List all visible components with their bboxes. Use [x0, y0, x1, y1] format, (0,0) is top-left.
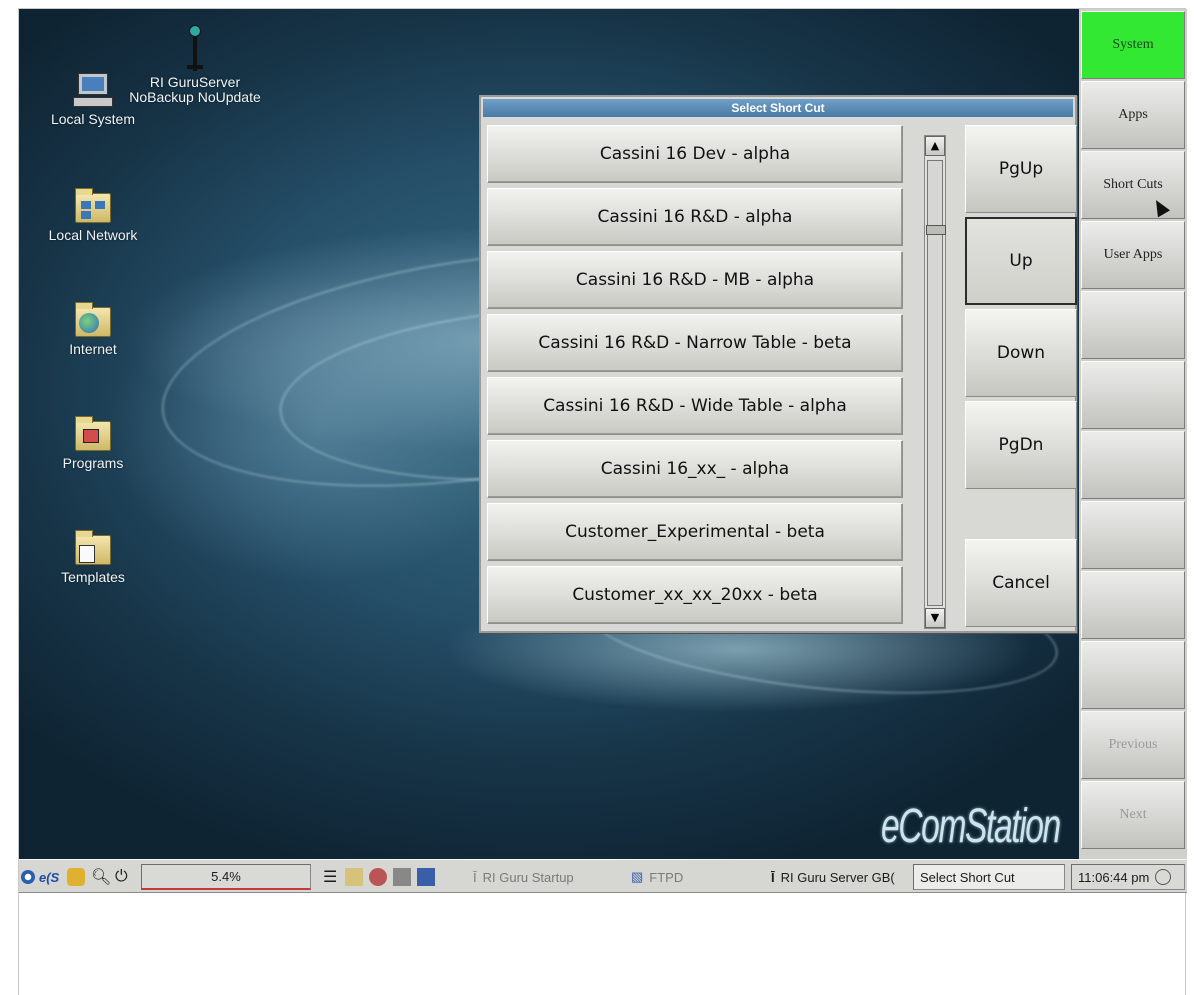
- shortcut-item[interactable]: Cassini 16 R&D - MB - alpha: [487, 251, 903, 309]
- dialog-title: Select Short Cut: [483, 99, 1073, 117]
- task-ri-guru-startup[interactable]: Ī RI Guru Startup: [473, 864, 623, 890]
- up-button[interactable]: Up: [965, 217, 1077, 305]
- task-label: Select Short Cut: [920, 869, 1015, 885]
- down-button[interactable]: Down: [965, 309, 1077, 397]
- ftpd-icon: ▧: [631, 869, 644, 884]
- internet-label: Internet: [69, 341, 117, 357]
- clock: 11:06:44 pm: [1071, 864, 1185, 890]
- task-label: FTPD: [649, 869, 684, 885]
- server-icon: [185, 25, 205, 73]
- folder-tb-icon[interactable]: [345, 864, 367, 890]
- task-ri-guru-server[interactable]: Ī RI Guru Server GB(: [771, 864, 911, 890]
- local-system-label: Local System: [50, 111, 136, 127]
- programs-label: Programs: [62, 455, 124, 471]
- shortcut-item[interactable]: Cassini 16 Dev - alpha: [487, 125, 903, 183]
- empty-panel-button[interactable]: [1081, 571, 1185, 639]
- programs-icon[interactable]: Programs: [33, 415, 153, 471]
- user-apps-button[interactable]: User Apps: [1081, 221, 1185, 289]
- empty-panel-button[interactable]: [1081, 361, 1185, 429]
- pgup-button[interactable]: PgUp: [965, 125, 1077, 213]
- task-label: RI Guru Server GB(: [780, 869, 895, 885]
- programs-folder-icon: [73, 415, 113, 453]
- task-select-short-cut[interactable]: Select Short Cut: [913, 864, 1065, 890]
- pgdn-button[interactable]: PgDn: [965, 401, 1077, 489]
- internet-icon[interactable]: Internet: [33, 301, 153, 357]
- apps-button[interactable]: Apps: [1081, 81, 1185, 149]
- shortcut-scrollbar[interactable]: ▲ ▼: [924, 135, 946, 629]
- lock-icon[interactable]: [67, 864, 89, 890]
- globe-folder-icon: [73, 301, 113, 339]
- start-button[interactable]: e(S: [21, 864, 61, 890]
- right-panel: System Apps Short Cuts User Apps Previou…: [1079, 9, 1187, 859]
- ecs-logo-icon: [21, 870, 35, 884]
- shortcut-item[interactable]: Cassini 16 R&D - Wide Table - alpha: [487, 377, 903, 435]
- tools-icon[interactable]: [369, 864, 391, 890]
- local-network-label: Local Network: [48, 227, 138, 243]
- shortcut-item[interactable]: Cassini 16 R&D - Narrow Table - beta: [487, 314, 903, 372]
- search-icon[interactable]: 🔍︎: [91, 864, 111, 890]
- drive-icon[interactable]: [393, 864, 415, 890]
- taskbar: e(S 🔍︎ ⏻ 5.4% ☰ Ī RI Guru Startup ▧ FTPD…: [19, 859, 1187, 893]
- local-network-icon[interactable]: Local Network: [33, 187, 153, 243]
- templates-label: Templates: [61, 569, 125, 585]
- ri-guru-icon: Ī: [473, 869, 477, 885]
- scroll-down-arrow-icon[interactable]: ▼: [925, 608, 945, 628]
- power-icon[interactable]: ⏻: [115, 864, 128, 890]
- list-icon[interactable]: ☰: [323, 864, 337, 890]
- scroll-track[interactable]: [926, 160, 946, 606]
- ri-guruserver-icon[interactable]: RI GuruServer NoBackup NoUpdate: [125, 25, 265, 105]
- clock-time: 11:06:44 pm: [1078, 869, 1150, 885]
- shortcut-item[interactable]: Customer_Experimental - beta: [487, 503, 903, 561]
- next-button[interactable]: Next: [1081, 781, 1185, 849]
- window-icon[interactable]: [417, 864, 439, 890]
- computer-icon: [73, 71, 113, 109]
- start-label: e(S: [39, 869, 60, 885]
- task-ftpd[interactable]: ▧ FTPD: [631, 864, 761, 890]
- ri-guruserver-label-line1: RI GuruServer: [149, 74, 241, 90]
- shortcut-item[interactable]: Customer_xx_xx_20xx - beta: [487, 566, 903, 624]
- templates-icon[interactable]: Templates: [33, 529, 153, 585]
- scroll-up-arrow-icon[interactable]: ▲: [925, 136, 945, 156]
- system-button[interactable]: System: [1081, 11, 1185, 79]
- empty-panel-button[interactable]: [1081, 641, 1185, 709]
- ri-guruserver-label-line2: NoBackup NoUpdate: [129, 89, 261, 105]
- ecomstation-logo: eComStation: [881, 800, 1061, 853]
- cpu-meter: 5.4%: [141, 864, 311, 890]
- empty-panel-button[interactable]: [1081, 501, 1185, 569]
- select-shortcut-dialog: Select Short Cut Cassini 16 Dev - alpha …: [479, 95, 1077, 633]
- desktop: Local System RI GuruServer NoBackup NoUp…: [19, 9, 1079, 859]
- cancel-button[interactable]: Cancel: [965, 539, 1077, 627]
- task-label: RI Guru Startup: [482, 869, 574, 885]
- clock-icon: [1155, 869, 1172, 885]
- shortcut-item[interactable]: Cassini 16_xx_ - alpha: [487, 440, 903, 498]
- previous-button[interactable]: Previous: [1081, 711, 1185, 779]
- empty-panel-button[interactable]: [1081, 431, 1185, 499]
- scroll-thumb[interactable]: [926, 225, 946, 235]
- network-folder-icon: [73, 187, 113, 225]
- templates-folder-icon: [73, 529, 113, 567]
- ri-guru-icon: Ī: [771, 869, 775, 885]
- shortcut-item[interactable]: Cassini 16 R&D - alpha: [487, 188, 903, 246]
- cpu-percent: 5.4%: [211, 869, 241, 884]
- screen: Local System RI GuruServer NoBackup NoUp…: [18, 8, 1187, 995]
- empty-panel-button[interactable]: [1081, 291, 1185, 359]
